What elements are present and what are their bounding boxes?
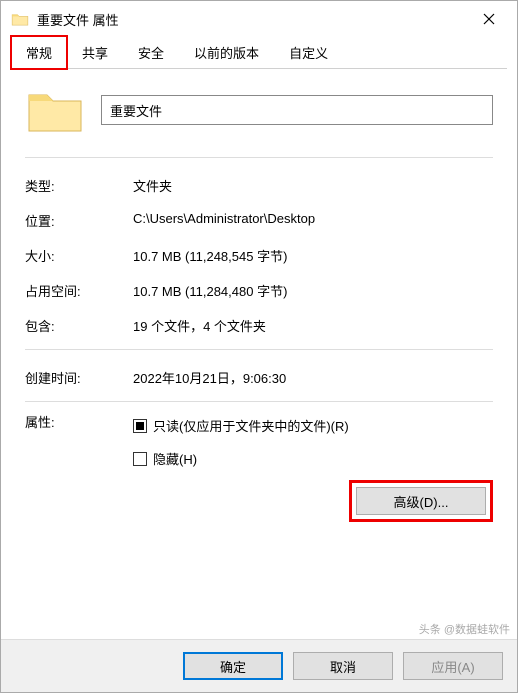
window-title: 重要文件 属性: [37, 10, 467, 29]
tab-content-general: 类型: 文件夹 位置: C:\Users\Administrator\Deskt…: [1, 69, 517, 639]
tab-sharing[interactable]: 共享: [67, 36, 123, 69]
location-label: 位置:: [25, 211, 133, 230]
separator: [25, 349, 493, 350]
tab-general[interactable]: 常规: [11, 36, 67, 69]
size-on-disk-label: 占用空间:: [25, 281, 133, 300]
size-label: 大小:: [25, 246, 133, 265]
readonly-checkbox[interactable]: [133, 419, 147, 433]
folder-icon: [11, 12, 29, 26]
folder-name-input[interactable]: [101, 95, 493, 125]
size-value: 10.7 MB (11,248,545 字节): [133, 246, 493, 265]
close-button[interactable]: [467, 4, 511, 34]
attributes-label: 属性:: [25, 412, 133, 522]
advanced-highlight: 高级(D)...: [349, 480, 493, 522]
tab-security[interactable]: 安全: [123, 36, 179, 69]
ok-button[interactable]: 确定: [183, 652, 283, 680]
close-icon: [483, 13, 495, 25]
tab-strip: 常规 共享 安全 以前的版本 自定义: [1, 37, 517, 69]
hidden-checkbox[interactable]: [133, 452, 147, 466]
hidden-label: 隐藏(H): [153, 449, 197, 468]
properties-dialog: 重要文件 属性 常规 共享 安全 以前的版本 自定义 类型: 文件夹: [0, 0, 518, 693]
contains-label: 包含:: [25, 316, 133, 335]
created-value: 2022年10月21日，9:06:30: [133, 368, 493, 387]
location-value: C:\Users\Administrator\Desktop: [133, 211, 493, 230]
separator: [25, 157, 493, 158]
readonly-label: 只读(仅应用于文件夹中的文件)(R): [153, 416, 349, 435]
size-on-disk-value: 10.7 MB (11,284,480 字节): [133, 281, 493, 300]
separator: [25, 401, 493, 402]
tab-customize[interactable]: 自定义: [274, 36, 343, 69]
type-label: 类型:: [25, 176, 133, 195]
dialog-footer: 确定 取消 应用(A): [1, 639, 517, 692]
contains-value: 19 个文件，4 个文件夹: [133, 316, 493, 335]
created-label: 创建时间:: [25, 368, 133, 387]
titlebar: 重要文件 属性: [1, 1, 517, 37]
type-value: 文件夹: [133, 176, 493, 195]
advanced-button[interactable]: 高级(D)...: [356, 487, 486, 515]
tab-previous-versions[interactable]: 以前的版本: [179, 36, 274, 69]
apply-button[interactable]: 应用(A): [403, 652, 503, 680]
cancel-button[interactable]: 取消: [293, 652, 393, 680]
folder-large-icon: [25, 85, 85, 135]
